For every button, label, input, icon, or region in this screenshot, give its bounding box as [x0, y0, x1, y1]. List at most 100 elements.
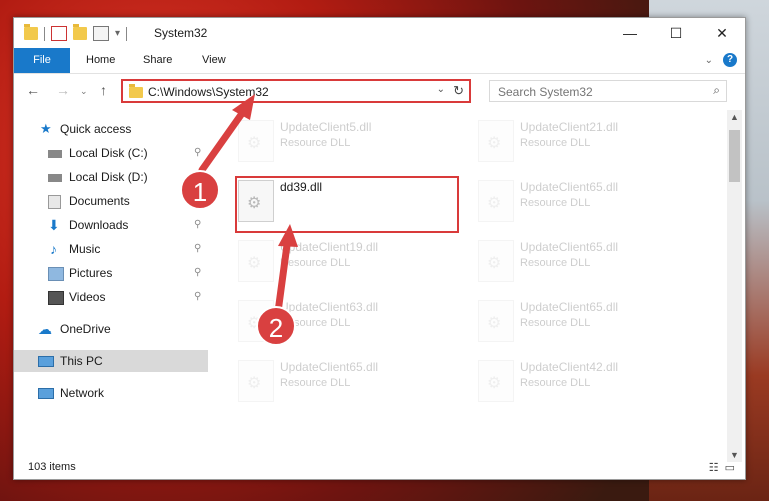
toolbar-divider	[44, 26, 45, 41]
folder-icon	[129, 84, 143, 98]
window-title: System32	[154, 26, 208, 40]
dd39-highlight-box	[235, 176, 459, 233]
tab-share[interactable]: Share	[129, 48, 186, 73]
sidebar-item-label: Network	[60, 386, 105, 400]
back-arrow-icon[interactable]: ←	[26, 82, 40, 98]
file-description: Resource DLL	[520, 377, 591, 389]
sidebar-item-documents[interactable]: Documents ⚲	[14, 190, 208, 212]
ribbon-right-controls: ⌄ ?	[705, 53, 737, 67]
folder-icon	[24, 24, 38, 40]
expand-ribbon-icon[interactable]: ⌄	[705, 55, 713, 66]
chevron-down-icon[interactable]: ⌄	[437, 84, 445, 95]
help-icon[interactable]: ?	[723, 53, 737, 67]
maximize-button[interactable]: ☐	[653, 18, 699, 48]
computer-icon	[38, 356, 54, 367]
pin-icon: ⚲	[194, 219, 202, 230]
file-name: UpdateClient65.dll	[520, 180, 619, 194]
file-name: UpdateClient21.dll	[520, 120, 619, 134]
close-button[interactable]: ✕	[699, 18, 745, 48]
sidebar-item-pictures[interactable]: Pictures ⚲	[14, 262, 208, 284]
sidebar-item-quick-access[interactable]: ★ Quick access	[14, 118, 208, 140]
tab-file[interactable]: File	[14, 48, 70, 73]
pictures-icon	[48, 267, 64, 281]
large-icons-view-icon[interactable]: ▭	[725, 461, 735, 474]
forward-arrow-icon[interactable]: →	[56, 82, 70, 98]
file-description: Resource DLL	[520, 317, 591, 329]
file-description: Resource DLL	[520, 137, 591, 149]
customize-toolbar-icon[interactable]	[93, 26, 109, 41]
file-name: UpdateClient63.dll	[280, 300, 379, 314]
tab-home[interactable]: Home	[72, 48, 129, 73]
scroll-up-icon[interactable]: ▲	[730, 112, 739, 122]
sidebar-item-videos[interactable]: Videos ⚲	[14, 286, 208, 308]
file-item[interactable]: UpdateClient65.dll Resource DLL	[474, 236, 704, 290]
file-item[interactable]: UpdateClient65.dll Resource DLL	[474, 176, 704, 230]
sidebar-item-music[interactable]: ♪ Music ⚲	[14, 238, 208, 260]
drive-icon	[48, 150, 62, 158]
pin-icon: ⚲	[194, 243, 202, 254]
recent-locations-chevron-icon[interactable]: ⌄	[80, 86, 88, 97]
star-icon: ★	[40, 121, 52, 136]
dll-file-icon	[478, 360, 514, 402]
sidebar-item-label: Quick access	[60, 122, 132, 136]
callout-step-2: 2	[256, 306, 296, 346]
up-arrow-icon[interactable]: ↑	[100, 82, 107, 98]
file-name: UpdateClient65.dll	[520, 300, 619, 314]
file-item[interactable]: UpdateClient65.dll Resource DLL	[234, 356, 464, 410]
network-icon	[38, 388, 54, 399]
file-item[interactable]: UpdateClient21.dll Resource DLL	[474, 116, 704, 170]
file-item[interactable]: UpdateClient42.dll Resource DLL	[474, 356, 704, 410]
sidebar-item-local-disk-c[interactable]: Local Disk (C:) ⚲	[14, 142, 208, 164]
drive-icon	[48, 174, 62, 182]
search-input[interactable]	[496, 82, 700, 102]
status-bar: 103 items ☷ ▭	[14, 457, 745, 479]
window-controls: — ☐ ✕	[607, 18, 745, 48]
file-name: UpdateClient65.dll	[520, 240, 619, 254]
dll-file-icon	[238, 120, 274, 162]
tab-view[interactable]: View	[188, 48, 240, 73]
dll-file-icon	[478, 300, 514, 342]
pin-icon: ⚲	[194, 267, 202, 278]
sidebar-item-onedrive[interactable]: ☁ OneDrive	[14, 318, 208, 340]
dll-file-icon	[238, 240, 274, 282]
dll-file-icon	[238, 360, 274, 402]
dll-file-icon	[478, 180, 514, 222]
scrollbar-thumb[interactable]	[729, 130, 740, 182]
sidebar-item-network[interactable]: Network	[14, 382, 208, 404]
address-path[interactable]: C:\Windows\System32	[148, 85, 269, 99]
file-item[interactable]: UpdateClient65.dll Resource DLL	[474, 296, 704, 350]
toolbar-divider	[126, 26, 128, 41]
title-bar: ▾ System32 — ☐ ✕	[14, 18, 745, 48]
refresh-icon[interactable]: ↻	[453, 83, 464, 99]
search-icon[interactable]: ⌕	[713, 83, 720, 98]
sidebar-item-this-pc[interactable]: This PC	[14, 350, 208, 372]
pin-icon: ⚲	[194, 147, 202, 158]
search-box[interactable]: ⌕	[489, 80, 727, 102]
address-bar[interactable]: C:\Windows\System32 ⌄ ↻	[121, 79, 471, 103]
file-item[interactable]: UpdateClient19.dll Resource DLL	[234, 236, 464, 290]
new-folder-icon[interactable]	[73, 24, 87, 40]
dll-file-icon	[478, 240, 514, 282]
item-count: 103 items	[28, 461, 76, 473]
sidebar-item-downloads[interactable]: ⬇ Downloads ⚲	[14, 214, 208, 236]
properties-icon[interactable]	[51, 26, 67, 41]
music-icon: ♪	[50, 241, 57, 257]
sidebar-item-local-disk-d[interactable]: Local Disk (D:)	[14, 166, 208, 188]
file-item[interactable]: UpdateClient5.dll Resource DLL	[234, 116, 464, 170]
quick-access-toolbar: ▾	[24, 24, 128, 41]
details-view-icon[interactable]: ☷	[709, 461, 719, 474]
vertical-scrollbar[interactable]: ▲ ▼	[727, 110, 742, 462]
minimize-button[interactable]: —	[607, 18, 653, 48]
view-toggle: ☷ ▭	[709, 461, 735, 474]
file-description: Resource DLL	[280, 257, 351, 269]
callout-step-1: 1	[180, 170, 220, 210]
dll-file-icon	[478, 120, 514, 162]
videos-icon	[48, 291, 64, 305]
file-description: Resource DLL	[280, 137, 351, 149]
sidebar-item-label: Music	[69, 242, 101, 256]
sidebar-item-label: Videos	[69, 290, 106, 304]
sidebar-item-label: Pictures	[69, 266, 113, 280]
pin-icon: ⚲	[194, 291, 202, 302]
sidebar-item-label: OneDrive	[60, 322, 111, 336]
chevron-down-icon[interactable]: ▾	[115, 28, 120, 39]
